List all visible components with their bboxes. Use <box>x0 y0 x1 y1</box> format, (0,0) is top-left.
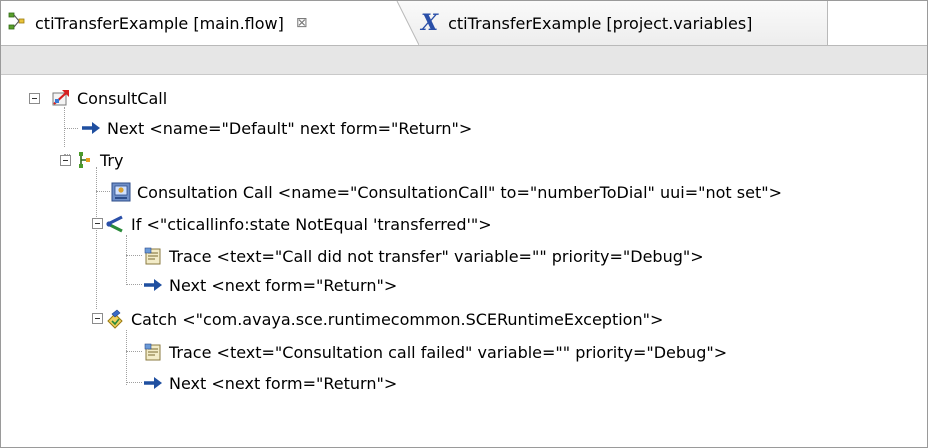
tree-node-consultcall[interactable]: ConsultCall <box>51 85 167 111</box>
tree-node-try[interactable]: Try <box>74 147 123 173</box>
tree-node-trace-if[interactable]: Trace <text="Call did not transfer" vari… <box>143 243 704 269</box>
tab-main-flow[interactable]: ctiTransferExample [main.flow] ⊠ <box>1 1 381 45</box>
consultcall-flow-icon <box>51 88 71 108</box>
arrow-right-icon <box>81 118 101 138</box>
tree-connector-line <box>64 107 65 147</box>
tree-node-label: ConsultCall <box>77 88 168 108</box>
tree-node-catch[interactable]: Catch <"com.avaya.sce.runtimecommon.SCER… <box>105 306 663 332</box>
tree-connector-line <box>126 235 127 285</box>
arrow-right-icon <box>143 275 163 295</box>
tab-project-variables-label: ctiTransferExample [project.variables] <box>448 13 753 33</box>
arrow-right-icon <box>143 373 163 393</box>
tree-connector-line <box>64 128 78 129</box>
tree-node-label: Next <next form="Return"> <box>169 275 398 295</box>
tree-connector-line <box>126 351 142 352</box>
tree-node-next-catch[interactable]: Next <next form="Return"> <box>143 370 397 396</box>
tree-node-label: Trace <text="Consultation call failed" v… <box>169 342 728 362</box>
tree-node-label: Consultation Call <name="ConsultationCal… <box>137 182 782 202</box>
close-tab-icon[interactable]: ⊠ <box>296 15 308 31</box>
consultation-call-icon <box>111 182 131 202</box>
tree-connector-line <box>96 167 97 309</box>
tree-node-label: Catch <"com.avaya.sce.runtimecommon.SCER… <box>131 309 664 329</box>
editor-window: X ctiTransferExample [project.variables]… <box>0 0 928 448</box>
collapse-consultcall-toggle[interactable] <box>29 93 40 104</box>
tree-node-consultation-call[interactable]: Consultation Call <name="ConsultationCal… <box>111 179 782 205</box>
catch-icon <box>105 309 125 329</box>
tree-node-label: Next <name="Default" next form="Return"> <box>107 118 473 138</box>
trace-icon <box>143 342 163 362</box>
tree-node-label: If <"cticallinfo:state NotEqual 'transfe… <box>131 214 492 234</box>
if-branch-icon <box>105 214 125 234</box>
try-icon <box>74 150 94 170</box>
editor-header-band <box>1 46 927 75</box>
variables-x-icon: X <box>421 10 439 36</box>
tab-project-variables[interactable]: X ctiTransferExample [project.variables] <box>397 1 828 46</box>
tree-connector-line <box>126 255 142 256</box>
tree-connector-line <box>126 284 142 285</box>
tree-node-label: Try <box>100 150 124 170</box>
collapse-try-toggle[interactable] <box>60 155 71 166</box>
tree-connector-line <box>126 330 127 385</box>
tree-connector-line <box>126 382 142 383</box>
tree-node-trace-catch[interactable]: Trace <text="Consultation call failed" v… <box>143 339 727 365</box>
tree-node-next-default[interactable]: Next <name="Default" next form="Return"> <box>81 115 472 141</box>
flow-icon <box>7 10 29 36</box>
trace-icon <box>143 246 163 266</box>
tree-node-if[interactable]: If <"cticallinfo:state NotEqual 'transfe… <box>105 211 492 237</box>
tree-connector-line <box>96 191 110 192</box>
tree-node-label: Next <next form="Return"> <box>169 373 398 393</box>
tree-node-label: Trace <text="Call did not transfer" vari… <box>169 246 704 266</box>
tree-node-next-if[interactable]: Next <next form="Return"> <box>143 272 397 298</box>
editor-tab-bar: X ctiTransferExample [project.variables]… <box>1 1 927 46</box>
flow-tree: ConsultCall Next <name="Default" next fo… <box>1 75 927 447</box>
collapse-if-toggle[interactable] <box>92 218 103 229</box>
collapse-catch-toggle[interactable] <box>92 313 103 324</box>
tab-main-flow-label: ctiTransferExample [main.flow] <box>35 13 284 33</box>
